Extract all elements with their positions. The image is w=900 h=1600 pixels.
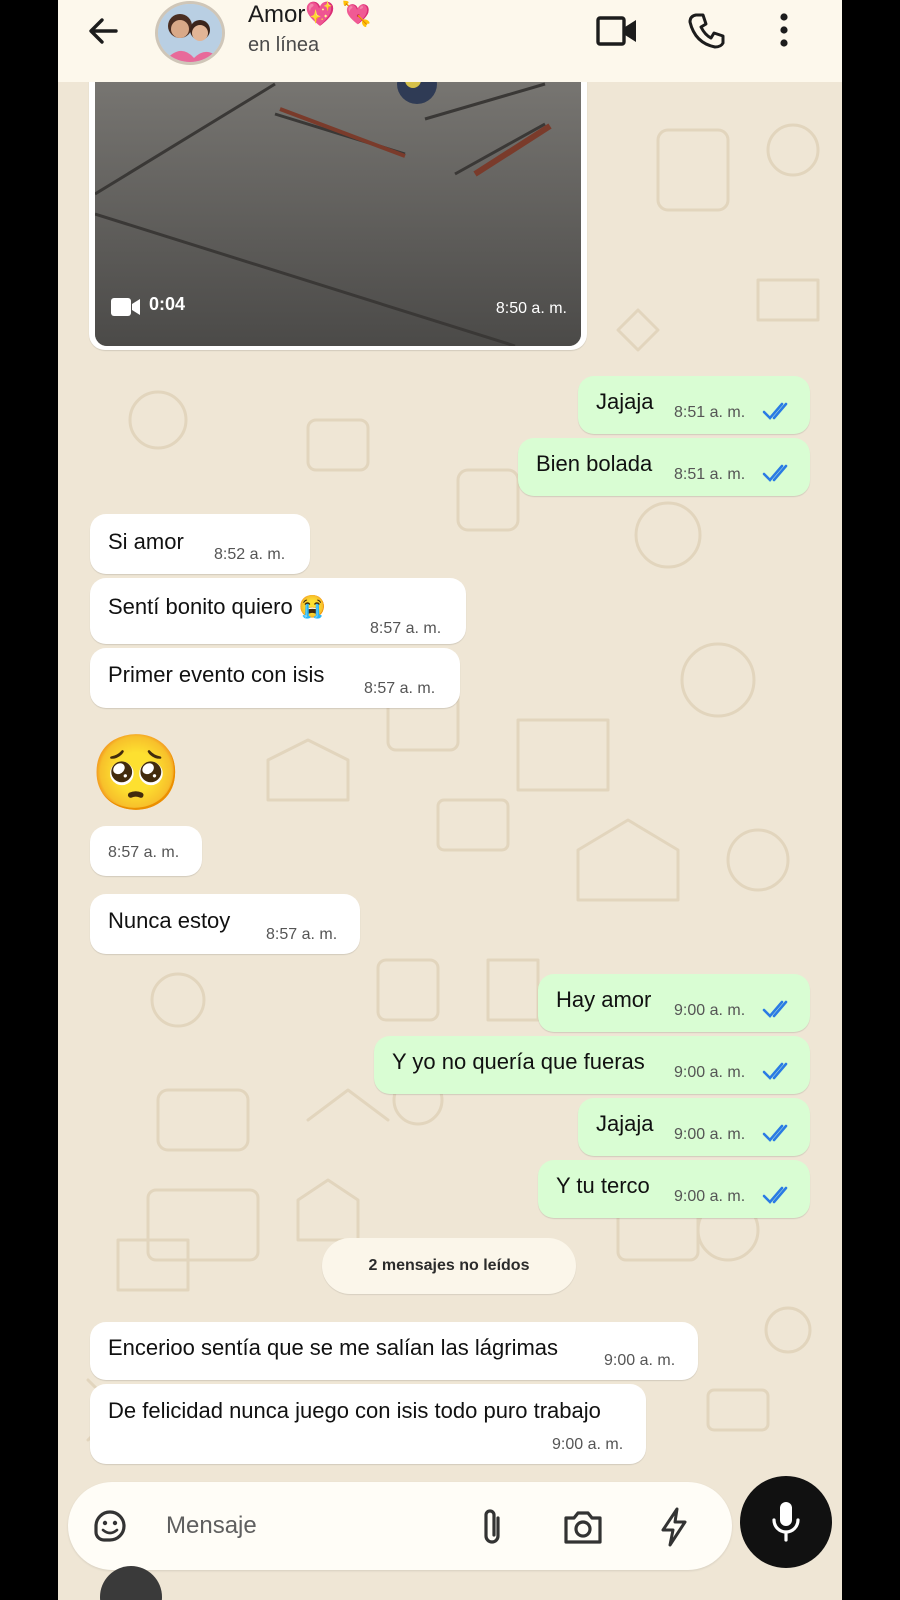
avatar[interactable] [155, 1, 225, 65]
video-camera-icon [111, 298, 140, 316]
camera-icon[interactable] [562, 1508, 604, 1546]
video-thumbnail[interactable]: 0:04 8:50 a. m. [95, 64, 581, 346]
message-text: Y tu terco [556, 1173, 650, 1198]
message-outgoing[interactable]: Hay amor 9:00 a. m. [538, 974, 810, 1032]
message-input-placeholder[interactable]: Mensaje [166, 1512, 257, 1540]
message-outgoing[interactable]: Jajaja 8:51 a. m. [578, 376, 810, 434]
double-check-icon [762, 464, 788, 482]
message-incoming[interactable]: Encerioo sentía que se me salían las lág… [90, 1322, 698, 1380]
message-text: Jajaja [596, 389, 654, 414]
message-time: 9:00 a. m. [604, 1352, 676, 1369]
message-time: 9:00 a. m. [674, 1002, 746, 1019]
message-text: De felicidad nunca juego con isis todo p… [108, 1398, 601, 1423]
double-check-icon [762, 1062, 788, 1080]
double-check-icon [762, 1124, 788, 1142]
message-outgoing[interactable]: Y tu terco 9:00 a. m. [538, 1160, 810, 1218]
message-text: Jajaja [596, 1111, 654, 1136]
chat-header: Amor💖 💘 en línea [58, 0, 842, 82]
message-text: Si amor [108, 529, 184, 554]
contact-name[interactable]: Amor💖 💘 [248, 0, 372, 29]
double-check-icon [762, 402, 788, 420]
message-time: 8:51 a. m. [674, 466, 746, 483]
message-text: Y yo no quería que fueras [392, 1049, 645, 1074]
message-incoming-emoji[interactable]: 🥺 [90, 730, 183, 820]
message-outgoing[interactable]: Bien bolada 8:51 a. m. [518, 438, 810, 496]
video-call-icon[interactable] [596, 14, 638, 48]
message-incoming[interactable]: Primer evento con isis 8:57 a. m. [90, 648, 460, 708]
message-time: 8:57 a. m. [108, 844, 180, 861]
message-outgoing[interactable]: Jajaja 9:00 a. m. [578, 1098, 810, 1156]
lightning-icon[interactable] [658, 1506, 690, 1548]
message-text: Nunca estoy [108, 908, 231, 933]
message-time: 8:52 a. m. [214, 546, 286, 563]
voice-record-button[interactable] [740, 1476, 832, 1568]
message-incoming[interactable]: De felicidad nunca juego con isis todo p… [90, 1384, 646, 1464]
message-time: 8:57 a. m. [266, 926, 338, 943]
attach-icon[interactable] [476, 1506, 508, 1548]
message-time: 9:00 a. m. [674, 1188, 746, 1205]
message-time: 9:00 a. m. [552, 1436, 624, 1453]
message-time: 8:51 a. m. [674, 404, 746, 421]
phone-icon[interactable] [688, 12, 726, 50]
message-composer[interactable]: Mensaje [68, 1482, 732, 1570]
message-time: 8:57 a. m. [364, 680, 436, 697]
mic-icon [772, 1502, 800, 1542]
message-time: 9:00 a. m. [674, 1064, 746, 1081]
message-time-bubble: 8:57 a. m. [90, 826, 202, 876]
message-text: Sentí bonito quiero 😭 [108, 594, 327, 619]
message-text: Hay amor [556, 987, 652, 1012]
message-time: 8:57 a. m. [370, 620, 442, 637]
message-incoming[interactable]: Si amor 8:52 a. m. [90, 514, 310, 574]
double-check-icon [762, 1000, 788, 1018]
contact-status: en línea [248, 34, 320, 56]
chat-screen: 0:04 8:50 a. m. Jajaja 8:51 a. m. Bien b… [58, 0, 842, 1600]
video-message[interactable]: 0:04 8:50 a. m. [89, 64, 587, 350]
message-incoming[interactable]: Nunca estoy 8:57 a. m. [90, 894, 360, 954]
video-duration: 0:04 [149, 294, 186, 314]
more-options-icon[interactable] [774, 12, 794, 48]
back-arrow-icon[interactable] [86, 14, 120, 48]
message-outgoing[interactable]: Y yo no quería que fueras 9:00 a. m. [374, 1036, 810, 1094]
message-text: Primer evento con isis [108, 662, 325, 687]
video-time: 8:50 a. m. [495, 300, 567, 317]
message-time: 9:00 a. m. [674, 1126, 746, 1143]
sticker-icon[interactable] [90, 1506, 130, 1546]
message-incoming[interactable]: Sentí bonito quiero 😭 8:57 a. m. [90, 578, 466, 644]
message-text: Bien bolada [536, 451, 653, 476]
double-check-icon [762, 1186, 788, 1204]
message-text: Encerioo sentía que se me salían las lág… [108, 1335, 559, 1360]
emoji-text: 🥺 [90, 731, 183, 814]
unread-messages-banner: 2 mensajes no leídos [322, 1238, 576, 1294]
